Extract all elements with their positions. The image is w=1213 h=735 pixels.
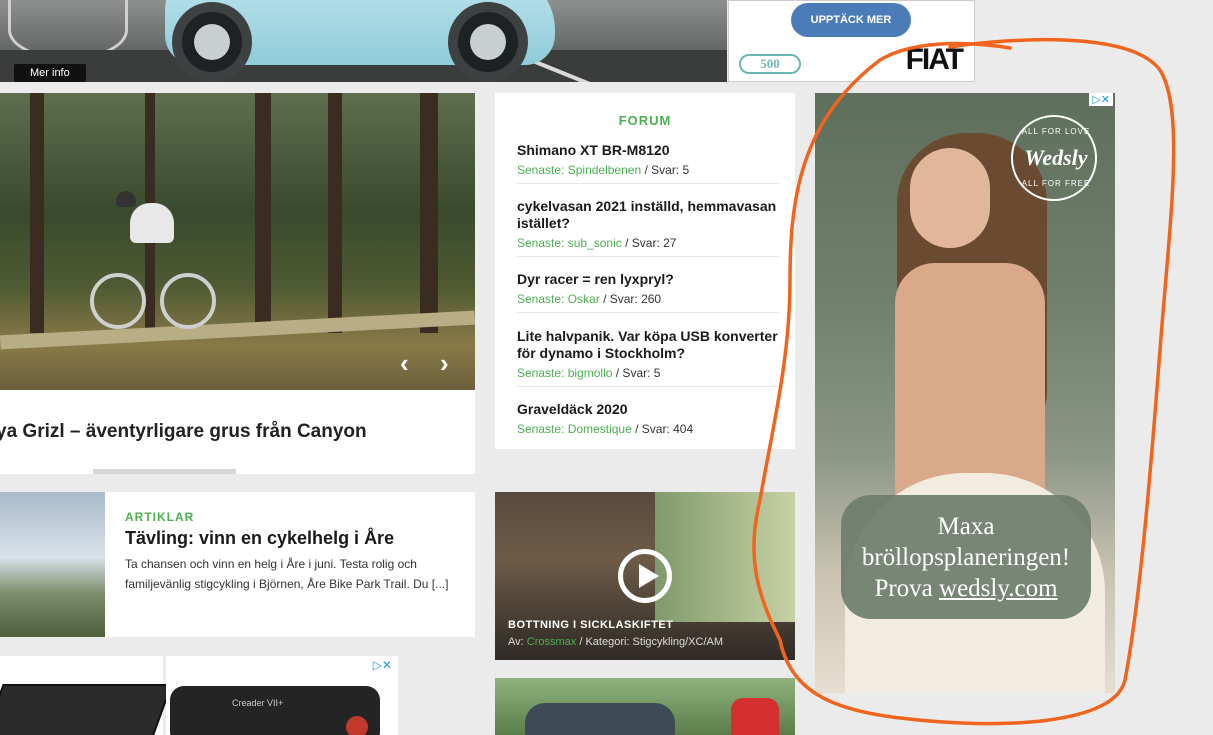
- forum-item-meta: Senaste: sub_sonic / Svar: 27: [517, 236, 677, 250]
- scanner-ad[interactable]: ▷✕ Creader VII+: [166, 656, 398, 735]
- article-card[interactable]: ARTIKLAR Tävling: vinn en cykelhelg i År…: [0, 492, 475, 637]
- video-meta: Av: Crossmax / Kategori: Stigcykling/XC/…: [508, 636, 724, 648]
- forum-heading: FORUM: [618, 113, 672, 128]
- video-title[interactable]: BOTTNING I SICKLASKIFTET: [508, 619, 673, 631]
- tree-graphic: [30, 93, 44, 333]
- hero-card[interactable]: ‹ › ya Grizl – äventyrligare grus från C…: [0, 93, 475, 474]
- car-wheel-graphic: [448, 2, 528, 82]
- hero-title[interactable]: ya Grizl – äventyrligare grus från Canyo…: [0, 421, 367, 443]
- wedsly-line-1: Maxa: [937, 513, 995, 540]
- forum-item-title[interactable]: Dyr racer = ren lyxpryl?: [517, 271, 779, 288]
- tree-graphic: [328, 93, 342, 333]
- forum-item-meta: Senaste: Spindelbenen / Svar: 5: [517, 163, 690, 177]
- bike-wheel-graphic: [160, 273, 216, 329]
- fiat-logo: FIAT: [905, 43, 964, 76]
- forum-item-user[interactable]: bigmollo: [568, 366, 613, 380]
- car-wheel-graphic: [172, 2, 252, 82]
- forum-item[interactable]: Graveldäck 2020 Senaste: Domestique / Sv…: [517, 401, 779, 442]
- forum-item[interactable]: Lite halvpanik. Var köpa USB konverter f…: [517, 328, 779, 387]
- obd-scanner-graphic: Creader VII+: [170, 686, 380, 735]
- article-excerpt: Ta chansen och vinn en helg i Åre i juni…: [125, 557, 449, 591]
- fiat-ad-panel[interactable]: UPPTÄCK MER 500 FIAT: [728, 0, 975, 82]
- forum-item-title[interactable]: Graveldäck 2020: [517, 401, 779, 418]
- video-category[interactable]: Stigcykling/XC/AM: [633, 636, 723, 648]
- chevron-left-icon[interactable]: ‹: [400, 348, 409, 379]
- chevron-right-icon[interactable]: ›: [440, 348, 449, 379]
- forum-widget: FORUM Shimano XT BR-M8120 Senaste: Spind…: [495, 93, 795, 449]
- forum-item-user[interactable]: Domestique: [568, 422, 632, 436]
- air-filter-ad[interactable]: [0, 656, 173, 735]
- forum-item[interactable]: Shimano XT BR-M8120 Senaste: Spindelbene…: [517, 142, 779, 184]
- forum-item-meta: Senaste: Domestique / Svar: 404: [517, 422, 694, 436]
- article-image[interactable]: [0, 492, 105, 637]
- mer-info-button[interactable]: Mer info: [14, 64, 86, 82]
- forum-item-meta: Senaste: bigmollo / Svar: 5: [517, 366, 661, 380]
- person-graphic: [731, 698, 779, 735]
- adchoices-icon[interactable]: ▷✕: [373, 658, 392, 672]
- upptack-mer-button[interactable]: UPPTÄCK MER: [791, 3, 911, 37]
- trail-graphic: [0, 310, 475, 350]
- wedsly-ad[interactable]: ALL FOR LOVE Wedsly ALL FOR FREE Maxa br…: [815, 93, 1115, 693]
- play-icon[interactable]: [618, 549, 672, 603]
- bike-wheel-graphic: [90, 273, 146, 329]
- wedsly-link[interactable]: wedsly.com: [939, 575, 1058, 602]
- fiat-500-logo: 500: [739, 54, 801, 74]
- video-card[interactable]: BOTTNING I SICKLASKIFTET Av: Crossmax / …: [495, 492, 795, 660]
- wedsly-line-2: bröllopsplaneringen!: [861, 544, 1071, 571]
- hero-image[interactable]: ‹ ›: [0, 93, 475, 390]
- tree-graphic: [420, 93, 438, 333]
- wedsly-line-3: Prova wedsly.com: [874, 575, 1058, 602]
- wedsly-logo: ALL FOR LOVE Wedsly ALL FOR FREE: [1011, 115, 1097, 201]
- adchoices-icon[interactable]: ▷✕: [1089, 93, 1113, 106]
- air-filter-graphic: [0, 684, 173, 735]
- car-graphic: [525, 703, 675, 735]
- bottom-article-thumbnail[interactable]: [495, 678, 795, 735]
- video-thumbnail: [655, 492, 795, 622]
- tree-graphic: [255, 93, 271, 333]
- forum-item-title[interactable]: Shimano XT BR-M8120: [517, 142, 779, 159]
- bride-face-graphic: [910, 148, 990, 248]
- forum-item-user[interactable]: Spindelbenen: [568, 163, 641, 177]
- top-car-banner[interactable]: [0, 0, 727, 82]
- forum-item-user[interactable]: sub_sonic: [568, 236, 622, 250]
- forum-item-user[interactable]: Oskar: [568, 292, 600, 306]
- video-author-link[interactable]: Crossmax: [527, 636, 577, 648]
- article-category[interactable]: ARTIKLAR: [125, 510, 194, 524]
- scanner-button-graphic: [346, 716, 368, 735]
- forum-item-meta: Senaste: Oskar / Svar: 260: [517, 292, 662, 306]
- wedsly-message-panel: Maxa bröllopsplaneringen! Prova wedsly.c…: [841, 495, 1091, 619]
- scanner-label: Creader VII+: [232, 698, 284, 708]
- article-title[interactable]: Tävling: vinn en cykelhelg i Åre: [125, 528, 394, 549]
- forum-item-title[interactable]: cykelvasan 2021 inställd, hemmavasan ist…: [517, 198, 779, 232]
- forum-item-title[interactable]: Lite halvpanik. Var köpa USB konverter f…: [517, 328, 779, 362]
- slider-progress-bar: [93, 469, 236, 474]
- forum-item[interactable]: Dyr racer = ren lyxpryl? Senaste: Oskar …: [517, 271, 779, 313]
- forum-item[interactable]: cykelvasan 2021 inställd, hemmavasan ist…: [517, 198, 779, 257]
